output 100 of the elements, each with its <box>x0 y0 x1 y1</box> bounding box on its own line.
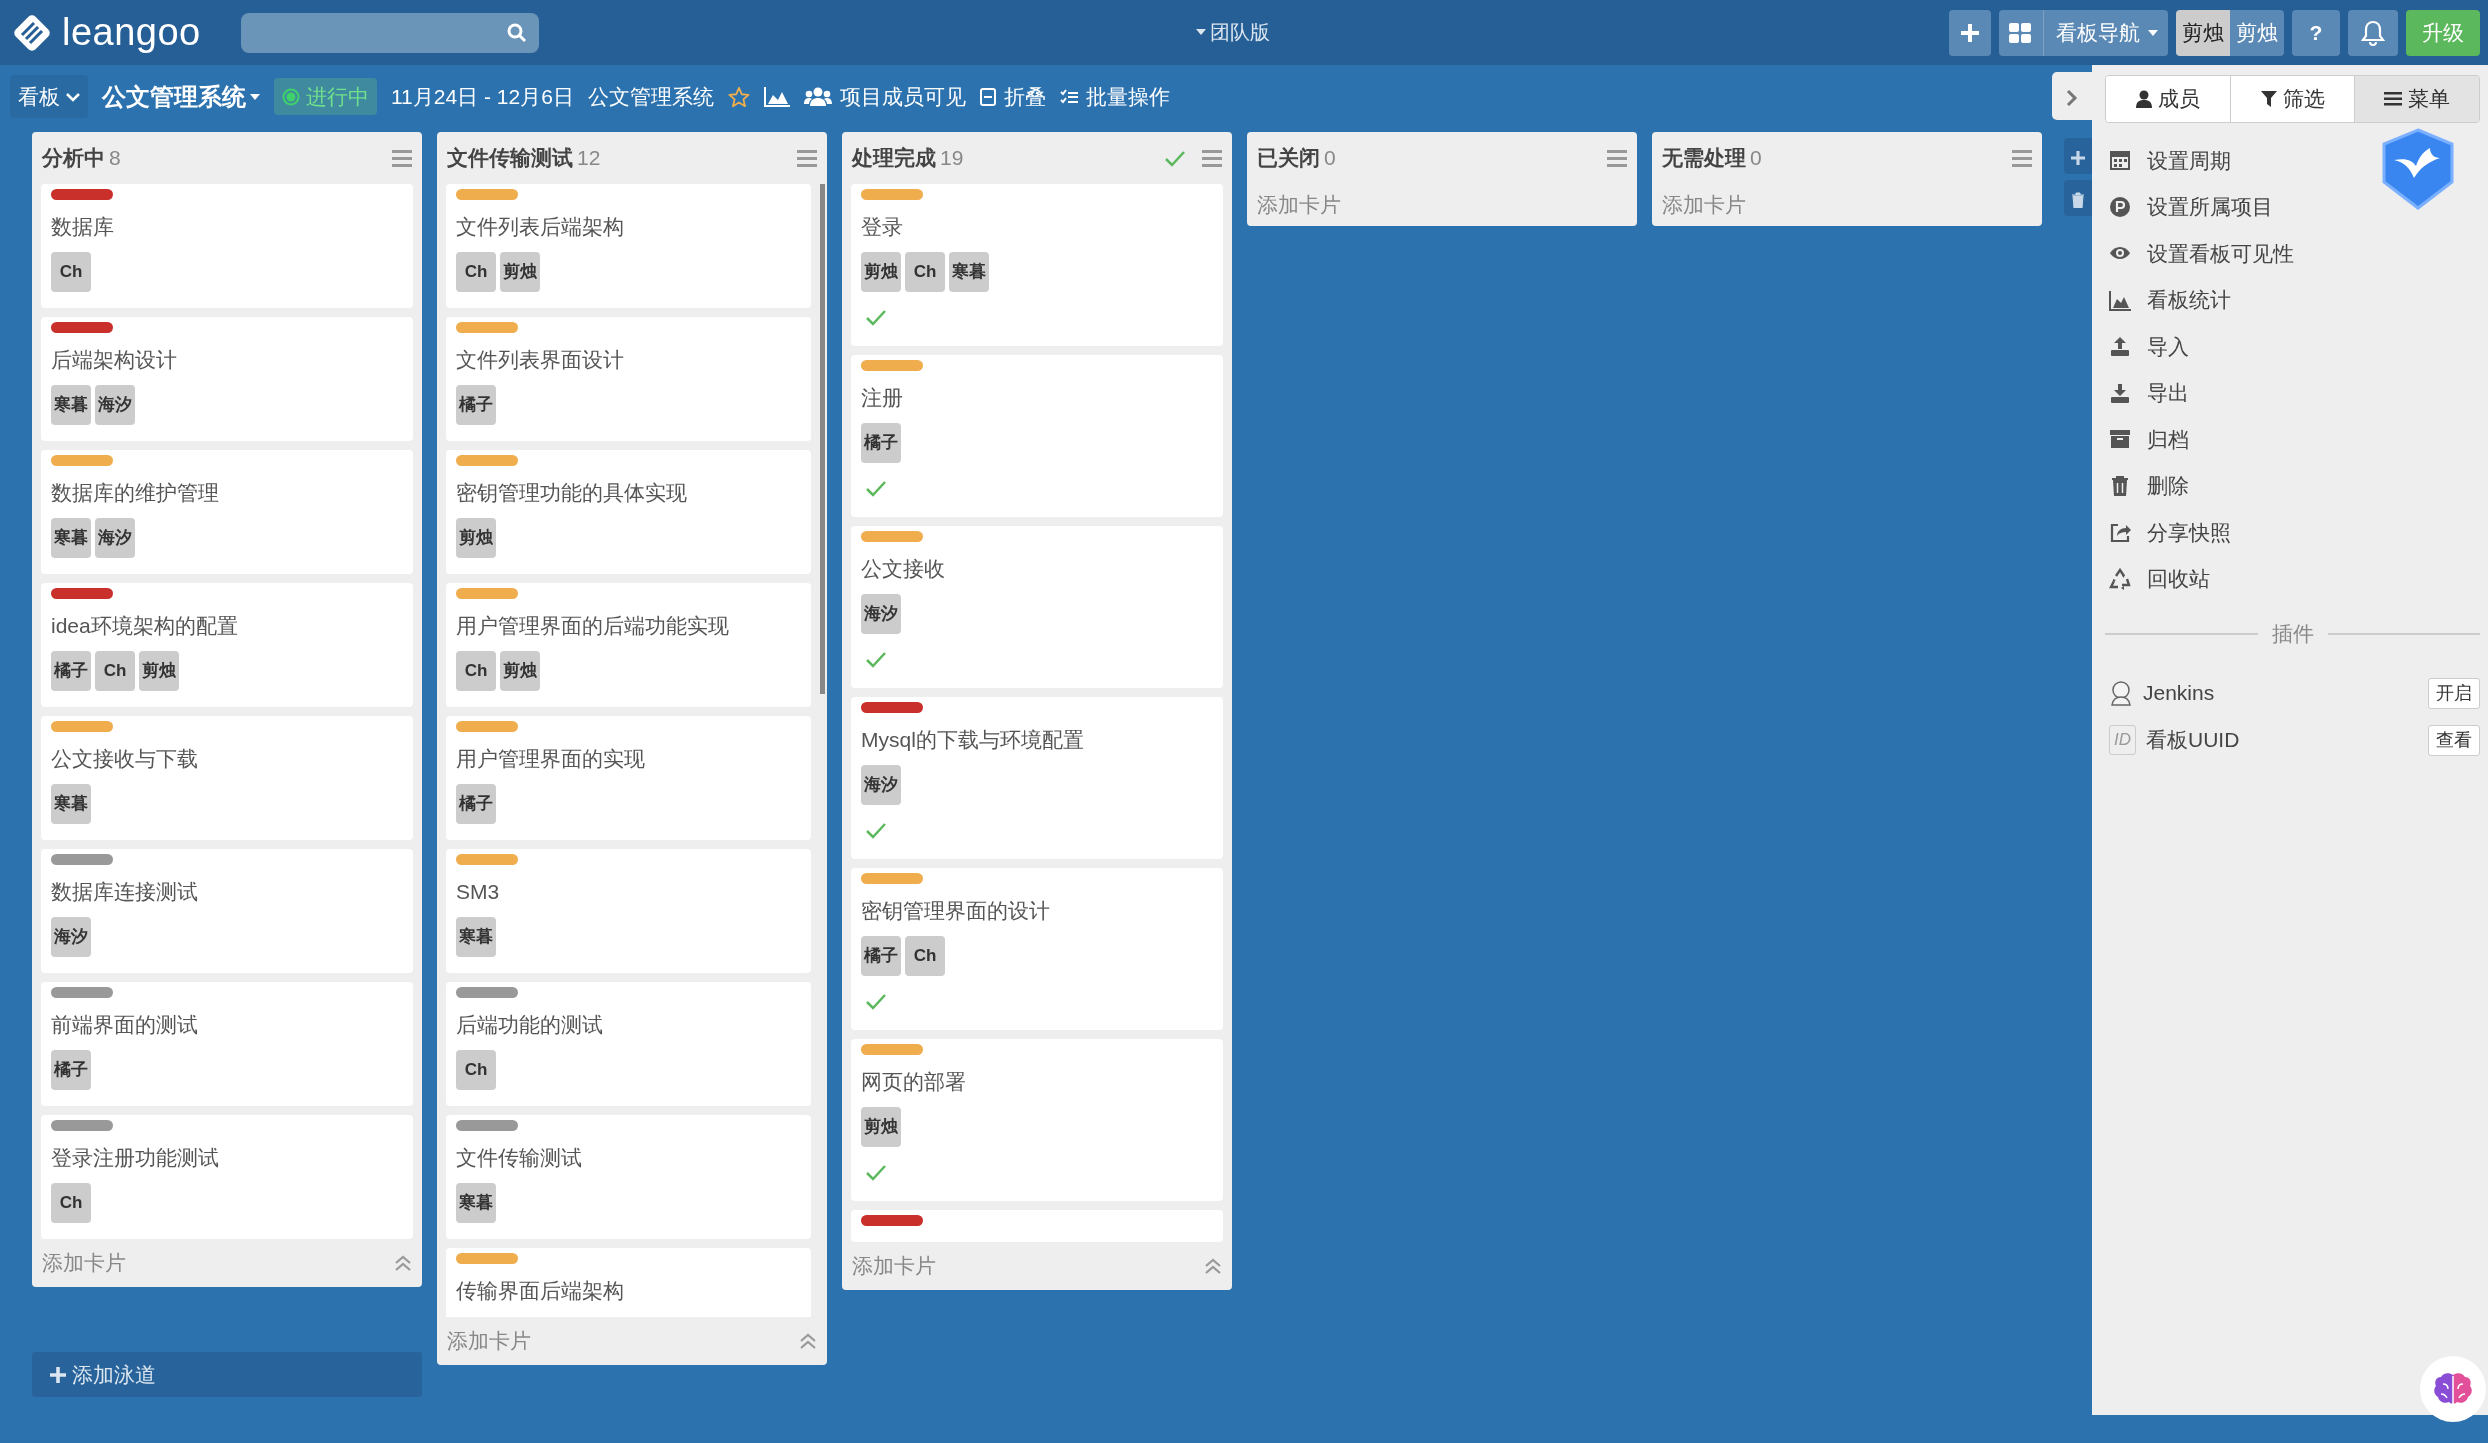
board-nav-button[interactable]: 看板导航 <box>1999 9 2168 56</box>
panel-tab[interactable]: 菜单 <box>2355 76 2479 122</box>
list-title: 分析中 <box>42 145 105 172</box>
scrollbar[interactable] <box>820 184 825 694</box>
member-tag: 剪烛 <box>861 1107 901 1147</box>
menu-item[interactable]: 删除 <box>2105 462 2480 509</box>
member-tag: 剪烛 <box>500 651 540 691</box>
caret-icon <box>250 92 260 101</box>
task-card[interactable]: 传输界面后端架构 <box>446 1248 811 1317</box>
task-card[interactable]: idea环境架构的配置 橘子 Ch 剪烛 <box>41 583 413 707</box>
add-button[interactable] <box>1949 9 1991 56</box>
member-tag: Ch <box>51 252 91 292</box>
list-title: 无需处理 <box>1662 145 1746 172</box>
task-card[interactable] <box>851 1210 1223 1242</box>
menu-item-label: 设置周期 <box>2147 147 2231 174</box>
plus-icon <box>2071 150 2085 165</box>
member-tag: 海汐 <box>95 518 135 558</box>
view-dropdown[interactable]: 看板 <box>10 74 88 119</box>
member-tag: Ch <box>456 1050 496 1090</box>
board-title[interactable]: 公文管理系统 <box>102 78 246 115</box>
menu-item[interactable]: 看板统计 <box>2105 276 2480 323</box>
task-card[interactable]: 登录 剪烛 Ch 寒暮 <box>851 184 1223 346</box>
member-tag: Ch <box>456 651 496 691</box>
task-card[interactable]: 密钥管理功能的具体实现 剪烛 <box>446 450 811 574</box>
task-card[interactable]: 前端界面的测试 橘子 <box>41 982 413 1106</box>
panel-tab[interactable]: 筛选 <box>2230 76 2356 122</box>
add-list-button[interactable] <box>2064 138 2092 174</box>
card-title: 数据库的维护管理 <box>51 480 220 506</box>
menu-item[interactable]: 归档 <box>2105 416 2480 463</box>
delete-list-button[interactable] <box>2064 180 2092 216</box>
card-count: 19 <box>940 145 964 172</box>
task-card[interactable]: 公文接收与下载 寒暮 <box>41 716 413 840</box>
task-card[interactable]: 注册 橘子 <box>851 355 1223 517</box>
menu-icon[interactable] <box>392 149 412 167</box>
menu-item[interactable]: 设置周期 <box>2105 137 2480 184</box>
chevron-right-icon <box>2066 88 2078 107</box>
plugin-name: 看板UUID <box>2146 727 2240 754</box>
help-button[interactable]: ? <box>2292 9 2340 56</box>
menu-icon[interactable] <box>1607 149 1627 167</box>
menu-item[interactable]: 导出 <box>2105 369 2480 416</box>
task-card[interactable]: SM3 寒暮 <box>446 849 811 973</box>
date-range[interactable]: 11月24日 - 12月6日 <box>391 80 574 113</box>
task-card[interactable]: 数据库连接测试 海汐 <box>41 849 413 973</box>
menu-icon[interactable] <box>1202 149 1222 167</box>
task-card[interactable]: 用户管理界面的实现 橘子 <box>446 716 811 840</box>
search-field[interactable] <box>240 12 539 53</box>
member-tag: 海汐 <box>861 594 901 634</box>
menu-item[interactable]: 设置看板可见性 <box>2105 230 2480 277</box>
user-name[interactable]: 剪烛 <box>2230 9 2284 56</box>
task-card[interactable]: 文件传输测试 寒暮 <box>446 1115 811 1239</box>
menu-item[interactable]: 导入 <box>2105 323 2480 370</box>
task-card[interactable]: 文件列表后端架构 Ch 剪烛 <box>446 184 811 308</box>
menu-item-label: 导入 <box>2147 333 2189 360</box>
card-title: 传输界面后端架构 <box>456 1278 625 1304</box>
task-card[interactable]: 文件列表界面设计 橘子 <box>446 317 811 441</box>
upload-icon <box>2109 335 2131 358</box>
task-card[interactable]: 登录注册功能测试 Ch <box>41 1115 413 1239</box>
plugin-action-button[interactable]: 开启 <box>2428 677 2480 709</box>
double-chevron-up-icon[interactable] <box>1204 1258 1222 1274</box>
expand-button[interactable] <box>2052 72 2092 120</box>
card-title: 文件传输测试 <box>456 1145 583 1171</box>
task-card[interactable]: 后端架构设计 寒暮 海汐 <box>41 317 413 441</box>
list-title: 处理完成 <box>852 145 936 172</box>
chevron-down-icon <box>66 91 80 102</box>
user-avatar[interactable]: 剪烛 <box>2176 9 2230 56</box>
menu-icon[interactable] <box>797 149 817 167</box>
menu-item[interactable]: 设置所属项目 <box>2105 183 2480 230</box>
collapse-icon <box>979 87 996 106</box>
task-card[interactable]: Mysql的下载与环境配置 海汐 <box>851 697 1223 859</box>
task-card[interactable]: 网页的部署 剪烛 <box>851 1039 1223 1201</box>
visibility-button[interactable]: 项目成员可见 <box>803 80 966 113</box>
menu-icon <box>2384 92 2403 106</box>
menu-item[interactable]: 分享快照 <box>2105 509 2480 556</box>
menu-item[interactable]: 回收站 <box>2105 555 2480 602</box>
card-title: 网页的部署 <box>861 1069 967 1095</box>
task-card[interactable]: 后端功能的测试 Ch <box>446 982 811 1106</box>
calendar-icon <box>2109 149 2131 172</box>
member-tag: 寒暮 <box>51 784 91 824</box>
notification-button[interactable] <box>2348 9 2398 56</box>
task-card[interactable]: 数据库的维护管理 寒暮 海汐 <box>41 450 413 574</box>
add-lane-button[interactable]: 添加泳道 <box>32 1352 422 1397</box>
card-title: 注册 <box>861 385 904 411</box>
task-card[interactable]: 公文接收 海汐 <box>851 526 1223 688</box>
collapse-button[interactable]: 折叠 <box>979 80 1046 113</box>
task-card[interactable]: 数据库 Ch <box>41 184 413 308</box>
star-icon[interactable] <box>727 85 750 108</box>
member-tag: 剪烛 <box>139 651 179 691</box>
task-card[interactable]: 用户管理界面的后端功能实现 Ch 剪烛 <box>446 583 811 707</box>
task-card[interactable]: 密钥管理界面的设计 橘子 Ch <box>851 868 1223 1030</box>
card-count: 0 <box>1750 145 1762 172</box>
double-chevron-up-icon[interactable] <box>394 1255 412 1271</box>
double-chevron-up-icon[interactable] <box>799 1333 817 1349</box>
caret-icon <box>2148 28 2158 37</box>
batch-button[interactable]: 批量操作 <box>1059 80 1170 113</box>
chart-icon[interactable] <box>763 86 790 107</box>
edition-label[interactable]: 团队版 <box>1210 17 1270 47</box>
project-name[interactable]: 公文管理系统 <box>587 80 714 113</box>
plugin-action-button[interactable]: 查看 <box>2428 724 2480 756</box>
panel-tab[interactable]: 成员 <box>2106 76 2231 122</box>
menu-icon[interactable] <box>2012 149 2032 167</box>
